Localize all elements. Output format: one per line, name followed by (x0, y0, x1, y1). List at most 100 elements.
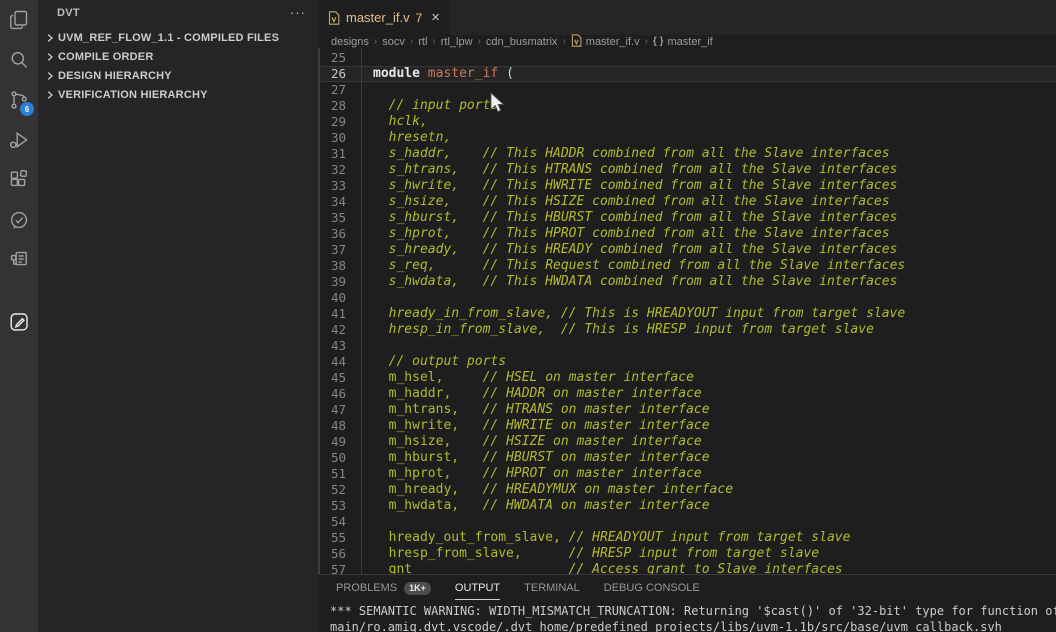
line-number[interactable]: 50 (318, 450, 346, 466)
code-line-40[interactable]: 40 (318, 290, 1056, 306)
line-number[interactable]: 25 (318, 50, 346, 66)
explorer-icon[interactable] (0, 0, 38, 40)
code-line-25[interactable]: 25 (318, 50, 1056, 66)
dvt-hierarchy-icon[interactable] (0, 240, 38, 280)
code-line-46[interactable]: 46 m_haddr, // HADDR on master interface (318, 386, 1056, 402)
line-number[interactable]: 26 (318, 66, 346, 82)
line-number[interactable]: 51 (318, 466, 346, 482)
line-number[interactable]: 36 (318, 226, 346, 242)
sidebar-section-verification-hierarchy[interactable]: VERIFICATION HIERARCHY (38, 85, 318, 104)
panel-tab-problems[interactable]: PROBLEMS1K+ (336, 575, 431, 600)
code-line-30[interactable]: 30 hresetn, (318, 130, 1056, 146)
code-line-31[interactable]: 31 s_haddr, // This HADDR combined from … (318, 146, 1056, 162)
code-line-38[interactable]: 38 s_req, // This Request combined from … (318, 258, 1056, 274)
line-number[interactable]: 29 (318, 114, 346, 130)
code-line-47[interactable]: 47 m_htrans, // HTRANS on master interfa… (318, 402, 1056, 418)
panel-tab-output[interactable]: OUTPUT (455, 575, 500, 600)
code-line-33[interactable]: 33 s_hwrite, // This HWRITE combined fro… (318, 178, 1056, 194)
more-actions-icon[interactable]: ··· (290, 9, 306, 17)
line-number[interactable]: 27 (318, 82, 346, 98)
code-line-41[interactable]: 41 hready_in_from_slave, // This is HREA… (318, 306, 1056, 322)
code-line-42[interactable]: 42 hresp_in_from_slave, // This is HRESP… (318, 322, 1056, 338)
source-control-icon[interactable]: 6 (0, 80, 38, 120)
panel-tab-debug-console[interactable]: DEBUG CONSOLE (604, 575, 700, 600)
code-line-45[interactable]: 45 m_hsel, // HSEL on master interface (318, 370, 1056, 386)
panel-tab-terminal[interactable]: TERMINAL (524, 575, 580, 600)
code-line-35[interactable]: 35 s_hburst, // This HBURST combined fro… (318, 210, 1056, 226)
line-number[interactable]: 38 (318, 258, 346, 274)
breadcrumb-item-cdn_busmatrix[interactable]: cdn_busmatrix (486, 36, 558, 48)
code-line-51[interactable]: 51 m_hprot, // HPROT on master interface (318, 466, 1056, 482)
code-line-57[interactable]: 57 gnt // Access grant to Slave interfac… (318, 562, 1056, 574)
sidebar-section-uvm-ref-flow-1-1-compiled-files[interactable]: UVM_REF_FLOW_1.1 - COMPILED FILES (38, 28, 318, 47)
line-number[interactable]: 47 (318, 402, 346, 418)
line-number[interactable]: 44 (318, 354, 346, 370)
code-line-36[interactable]: 36 s_hprot, // This HPROT combined from … (318, 226, 1056, 242)
code-line-55[interactable]: 55 hready_out_from_slave, // HREADYOUT i… (318, 530, 1056, 546)
code-line-52[interactable]: 52 m_hready, // HREADYMUX on master inte… (318, 482, 1056, 498)
line-number[interactable]: 52 (318, 482, 346, 498)
line-number[interactable]: 40 (318, 290, 346, 306)
code-line-39[interactable]: 39 s_hwdata, // This HWDATA combined fro… (318, 274, 1056, 290)
code-line-29[interactable]: 29 hclk, (318, 114, 1056, 130)
line-number[interactable]: 31 (318, 146, 346, 162)
line-number[interactable]: 54 (318, 514, 346, 530)
line-number[interactable]: 41 (318, 306, 346, 322)
chevron-right-icon (42, 30, 58, 46)
code-line-49[interactable]: 49 m_hsize, // HSIZE on master interface (318, 434, 1056, 450)
line-number[interactable]: 28 (318, 98, 346, 114)
code-line-28[interactable]: 28 // input ports (318, 98, 1056, 114)
bottom-panel: PROBLEMS1K+ OUTPUT TERMINAL DEBUG CONSOLE *… (318, 574, 1056, 632)
line-number[interactable]: 57 (318, 562, 346, 574)
line-number[interactable]: 56 (318, 546, 346, 562)
code-line-50[interactable]: 50 m_hburst, // HBURST on master interfa… (318, 450, 1056, 466)
verification-check-icon[interactable] (0, 200, 38, 240)
code-line-53[interactable]: 53 m_hwdata, // HWDATA on master interfa… (318, 498, 1056, 514)
sidebar-section-compile-order[interactable]: COMPILE ORDER (38, 47, 318, 66)
line-number[interactable]: 37 (318, 242, 346, 258)
line-number[interactable]: 48 (318, 418, 346, 434)
breadcrumb-item-rtl_lpw[interactable]: rtl_lpw (441, 36, 473, 48)
line-number[interactable]: 43 (318, 338, 346, 354)
line-number[interactable]: 55 (318, 530, 346, 546)
line-number[interactable]: 53 (318, 498, 346, 514)
code-editor[interactable]: 2526module master_if (2728 // input port… (318, 48, 1056, 574)
line-number[interactable]: 42 (318, 322, 346, 338)
tab-master-if[interactable]: master_if.v 7 × (318, 0, 450, 35)
code-line-27[interactable]: 27 (318, 82, 1056, 98)
breadcrumb-item-master_if[interactable]: { }master_if (653, 36, 713, 48)
panel-tab-label: DEBUG CONSOLE (604, 582, 700, 594)
line-number[interactable]: 49 (318, 434, 346, 450)
breadcrumb-item-rtl[interactable]: rtl (418, 36, 427, 48)
line-content: s_hwdata, // This HWDATA combined from a… (346, 274, 897, 290)
sidebar-section-design-hierarchy[interactable]: DESIGN HIERARCHY (38, 66, 318, 85)
output-console[interactable]: *** SEMANTIC WARNING: WIDTH_MISMATCH_TRU… (318, 600, 1056, 632)
vscode-window: 6 DVT ··· UVM_REF_FLOW_1.1 - COMPILED FI… (0, 0, 1056, 632)
line-number[interactable]: 34 (318, 194, 346, 210)
line-number[interactable]: 46 (318, 386, 346, 402)
run-debug-icon[interactable] (0, 120, 38, 160)
line-number[interactable]: 45 (318, 370, 346, 386)
code-line-43[interactable]: 43 (318, 338, 1056, 354)
code-line-48[interactable]: 48 m_hwrite, // HWRITE on master interfa… (318, 418, 1056, 434)
breadcrumb-separator: › (374, 36, 377, 47)
breadcrumb-item-socv[interactable]: socv (382, 36, 405, 48)
code-line-34[interactable]: 34 s_hsize, // This HSIZE combined from … (318, 194, 1056, 210)
line-number[interactable]: 35 (318, 210, 346, 226)
breadcrumb-item-designs[interactable]: designs (331, 36, 369, 48)
code-line-26[interactable]: 26module master_if ( (318, 66, 1056, 82)
code-line-44[interactable]: 44 // output ports (318, 354, 1056, 370)
extensions-icon[interactable] (0, 160, 38, 200)
code-line-37[interactable]: 37 s_hready, // This HREADY combined fro… (318, 242, 1056, 258)
search-icon[interactable] (0, 40, 38, 80)
code-line-54[interactable]: 54 (318, 514, 1056, 530)
line-number[interactable]: 30 (318, 130, 346, 146)
line-number[interactable]: 32 (318, 162, 346, 178)
dvt-icon[interactable] (0, 302, 38, 342)
code-line-56[interactable]: 56 hresp_from_slave, // HRESP input from… (318, 546, 1056, 562)
line-number[interactable]: 39 (318, 274, 346, 290)
line-number[interactable]: 33 (318, 178, 346, 194)
code-line-32[interactable]: 32 s_htrans, // This HTRANS combined fro… (318, 162, 1056, 178)
close-icon[interactable]: × (431, 12, 440, 24)
line-content: m_hwdata, // HWDATA on master interface (346, 498, 710, 514)
